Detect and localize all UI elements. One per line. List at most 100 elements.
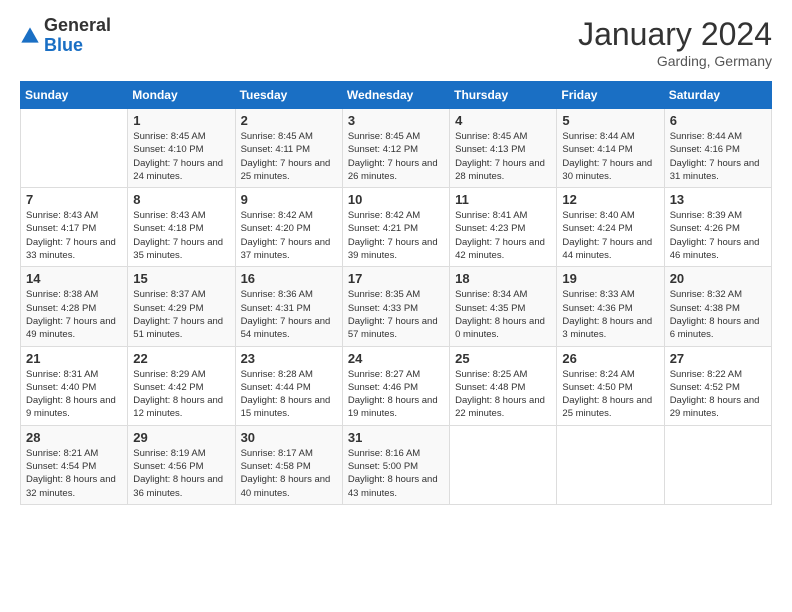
day-info: Sunrise: 8:43 AMSunset: 4:18 PMDaylight:… [133, 209, 229, 262]
calendar-day-header: Friday [557, 82, 664, 109]
day-number: 3 [348, 113, 444, 128]
day-number: 4 [455, 113, 551, 128]
calendar-cell: 29 Sunrise: 8:19 AMSunset: 4:56 PMDaylig… [128, 425, 235, 504]
calendar-cell: 31 Sunrise: 8:16 AMSunset: 5:00 PMDaylig… [342, 425, 449, 504]
day-number: 28 [26, 430, 122, 445]
calendar-cell: 11 Sunrise: 8:41 AMSunset: 4:23 PMDaylig… [450, 188, 557, 267]
day-number: 21 [26, 351, 122, 366]
calendar-week-row: 21 Sunrise: 8:31 AMSunset: 4:40 PMDaylig… [21, 346, 772, 425]
logo-icon [20, 26, 40, 46]
day-number: 6 [670, 113, 766, 128]
day-number: 13 [670, 192, 766, 207]
calendar-cell: 2 Sunrise: 8:45 AMSunset: 4:11 PMDayligh… [235, 109, 342, 188]
logo-text: General Blue [44, 16, 111, 56]
day-number: 22 [133, 351, 229, 366]
calendar-cell: 1 Sunrise: 8:45 AMSunset: 4:10 PMDayligh… [128, 109, 235, 188]
calendar-cell: 28 Sunrise: 8:21 AMSunset: 4:54 PMDaylig… [21, 425, 128, 504]
day-number: 27 [670, 351, 766, 366]
page-header: General Blue January 2024 Garding, Germa… [20, 16, 772, 69]
day-info: Sunrise: 8:45 AMSunset: 4:12 PMDaylight:… [348, 130, 444, 183]
day-info: Sunrise: 8:21 AMSunset: 4:54 PMDaylight:… [26, 447, 122, 500]
day-info: Sunrise: 8:35 AMSunset: 4:33 PMDaylight:… [348, 288, 444, 341]
calendar-cell: 24 Sunrise: 8:27 AMSunset: 4:46 PMDaylig… [342, 346, 449, 425]
calendar-cell: 21 Sunrise: 8:31 AMSunset: 4:40 PMDaylig… [21, 346, 128, 425]
day-info: Sunrise: 8:45 AMSunset: 4:11 PMDaylight:… [241, 130, 337, 183]
day-number: 15 [133, 271, 229, 286]
calendar-cell [450, 425, 557, 504]
calendar-cell: 30 Sunrise: 8:17 AMSunset: 4:58 PMDaylig… [235, 425, 342, 504]
calendar-cell: 16 Sunrise: 8:36 AMSunset: 4:31 PMDaylig… [235, 267, 342, 346]
calendar-cell: 27 Sunrise: 8:22 AMSunset: 4:52 PMDaylig… [664, 346, 771, 425]
calendar-cell: 8 Sunrise: 8:43 AMSunset: 4:18 PMDayligh… [128, 188, 235, 267]
calendar-day-header: Wednesday [342, 82, 449, 109]
day-number: 12 [562, 192, 658, 207]
day-number: 25 [455, 351, 551, 366]
day-info: Sunrise: 8:45 AMSunset: 4:10 PMDaylight:… [133, 130, 229, 183]
calendar-cell: 5 Sunrise: 8:44 AMSunset: 4:14 PMDayligh… [557, 109, 664, 188]
day-number: 26 [562, 351, 658, 366]
day-info: Sunrise: 8:16 AMSunset: 5:00 PMDaylight:… [348, 447, 444, 500]
month-title: January 2024 [578, 16, 772, 53]
day-info: Sunrise: 8:44 AMSunset: 4:14 PMDaylight:… [562, 130, 658, 183]
day-number: 30 [241, 430, 337, 445]
day-info: Sunrise: 8:28 AMSunset: 4:44 PMDaylight:… [241, 368, 337, 421]
day-info: Sunrise: 8:39 AMSunset: 4:26 PMDaylight:… [670, 209, 766, 262]
title-block: January 2024 Garding, Germany [578, 16, 772, 69]
calendar-cell: 23 Sunrise: 8:28 AMSunset: 4:44 PMDaylig… [235, 346, 342, 425]
day-info: Sunrise: 8:19 AMSunset: 4:56 PMDaylight:… [133, 447, 229, 500]
calendar-cell: 14 Sunrise: 8:38 AMSunset: 4:28 PMDaylig… [21, 267, 128, 346]
calendar-cell: 22 Sunrise: 8:29 AMSunset: 4:42 PMDaylig… [128, 346, 235, 425]
day-info: Sunrise: 8:29 AMSunset: 4:42 PMDaylight:… [133, 368, 229, 421]
day-number: 7 [26, 192, 122, 207]
logo: General Blue [20, 16, 111, 56]
day-number: 14 [26, 271, 122, 286]
calendar-cell: 19 Sunrise: 8:33 AMSunset: 4:36 PMDaylig… [557, 267, 664, 346]
day-info: Sunrise: 8:38 AMSunset: 4:28 PMDaylight:… [26, 288, 122, 341]
calendar-cell [557, 425, 664, 504]
calendar-cell [664, 425, 771, 504]
calendar-week-row: 28 Sunrise: 8:21 AMSunset: 4:54 PMDaylig… [21, 425, 772, 504]
day-info: Sunrise: 8:27 AMSunset: 4:46 PMDaylight:… [348, 368, 444, 421]
calendar-cell: 4 Sunrise: 8:45 AMSunset: 4:13 PMDayligh… [450, 109, 557, 188]
day-info: Sunrise: 8:22 AMSunset: 4:52 PMDaylight:… [670, 368, 766, 421]
day-number: 31 [348, 430, 444, 445]
calendar-cell: 7 Sunrise: 8:43 AMSunset: 4:17 PMDayligh… [21, 188, 128, 267]
day-info: Sunrise: 8:44 AMSunset: 4:16 PMDaylight:… [670, 130, 766, 183]
day-number: 18 [455, 271, 551, 286]
location-title: Garding, Germany [578, 53, 772, 69]
day-info: Sunrise: 8:42 AMSunset: 4:20 PMDaylight:… [241, 209, 337, 262]
calendar-cell: 9 Sunrise: 8:42 AMSunset: 4:20 PMDayligh… [235, 188, 342, 267]
calendar-cell: 20 Sunrise: 8:32 AMSunset: 4:38 PMDaylig… [664, 267, 771, 346]
day-info: Sunrise: 8:40 AMSunset: 4:24 PMDaylight:… [562, 209, 658, 262]
day-number: 9 [241, 192, 337, 207]
day-number: 17 [348, 271, 444, 286]
day-number: 16 [241, 271, 337, 286]
day-info: Sunrise: 8:17 AMSunset: 4:58 PMDaylight:… [241, 447, 337, 500]
day-number: 10 [348, 192, 444, 207]
calendar-day-header: Saturday [664, 82, 771, 109]
calendar-week-row: 7 Sunrise: 8:43 AMSunset: 4:17 PMDayligh… [21, 188, 772, 267]
day-number: 1 [133, 113, 229, 128]
day-info: Sunrise: 8:33 AMSunset: 4:36 PMDaylight:… [562, 288, 658, 341]
day-info: Sunrise: 8:36 AMSunset: 4:31 PMDaylight:… [241, 288, 337, 341]
calendar-week-row: 1 Sunrise: 8:45 AMSunset: 4:10 PMDayligh… [21, 109, 772, 188]
day-info: Sunrise: 8:24 AMSunset: 4:50 PMDaylight:… [562, 368, 658, 421]
logo-general: General [44, 15, 111, 35]
calendar-day-header: Tuesday [235, 82, 342, 109]
calendar-cell: 13 Sunrise: 8:39 AMSunset: 4:26 PMDaylig… [664, 188, 771, 267]
calendar-day-header: Thursday [450, 82, 557, 109]
calendar-header-row: SundayMondayTuesdayWednesdayThursdayFrid… [21, 82, 772, 109]
calendar-cell: 6 Sunrise: 8:44 AMSunset: 4:16 PMDayligh… [664, 109, 771, 188]
day-info: Sunrise: 8:43 AMSunset: 4:17 PMDaylight:… [26, 209, 122, 262]
logo-blue: Blue [44, 35, 83, 55]
day-info: Sunrise: 8:32 AMSunset: 4:38 PMDaylight:… [670, 288, 766, 341]
day-info: Sunrise: 8:41 AMSunset: 4:23 PMDaylight:… [455, 209, 551, 262]
day-info: Sunrise: 8:45 AMSunset: 4:13 PMDaylight:… [455, 130, 551, 183]
calendar-day-header: Sunday [21, 82, 128, 109]
day-number: 20 [670, 271, 766, 286]
calendar-cell: 17 Sunrise: 8:35 AMSunset: 4:33 PMDaylig… [342, 267, 449, 346]
calendar-cell: 26 Sunrise: 8:24 AMSunset: 4:50 PMDaylig… [557, 346, 664, 425]
calendar-day-header: Monday [128, 82, 235, 109]
calendar-table: SundayMondayTuesdayWednesdayThursdayFrid… [20, 81, 772, 505]
day-info: Sunrise: 8:42 AMSunset: 4:21 PMDaylight:… [348, 209, 444, 262]
